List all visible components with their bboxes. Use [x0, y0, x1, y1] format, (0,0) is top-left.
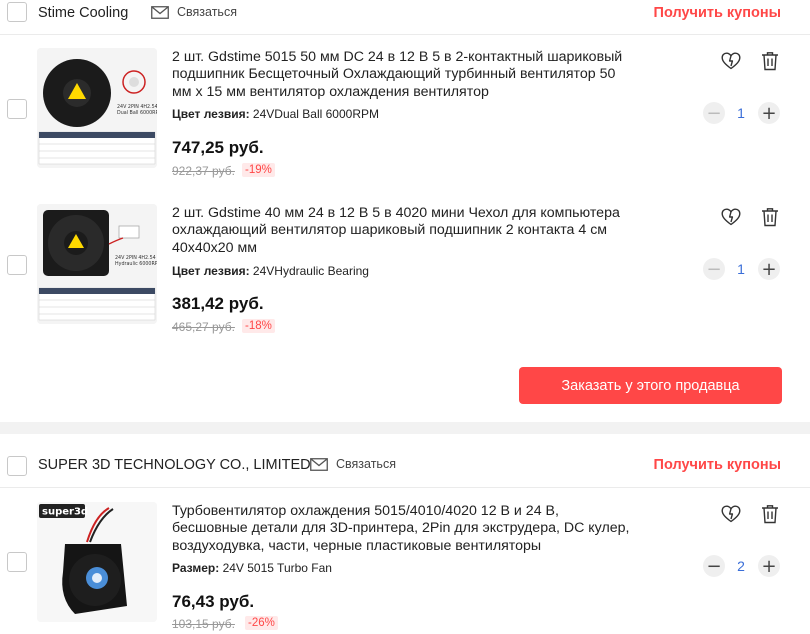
trash-icon — [762, 208, 778, 227]
contact-seller-button[interactable]: Связаться — [310, 457, 396, 471]
original-price: 465,27 руб. — [172, 320, 235, 334]
discount-badge: -26% — [245, 616, 278, 630]
svg-text:24V 2PIN 4H2.54: 24V 2PIN 4H2.54 — [115, 255, 156, 261]
delete-button[interactable] — [759, 50, 781, 72]
product-variant[interactable]: Цвет лезвия: 24VHydraulic Bearing — [172, 264, 369, 278]
seller-checkbox[interactable] — [7, 2, 27, 22]
wishlist-button[interactable] — [720, 50, 742, 72]
thumb-logo-text: super3d — [42, 507, 88, 518]
product-price: 381,42 руб. — [172, 294, 264, 313]
seller-name[interactable]: SUPER 3D TECHNOLOGY CO., LIMITED — [38, 457, 311, 473]
product-price: 76,43 руб. — [172, 592, 255, 611]
contact-label: Связаться — [336, 457, 396, 471]
seller-header: Stime Cooling Связаться Получить купоны — [0, 0, 810, 34]
delete-button[interactable] — [759, 503, 781, 525]
get-coupons-link[interactable]: Получить купоны — [654, 5, 781, 21]
minus-icon: − — [706, 258, 722, 280]
product-price: 747,25 руб. — [172, 138, 264, 157]
item-checkbox[interactable] — [7, 255, 27, 275]
item-checkbox[interactable] — [7, 99, 27, 119]
contact-seller-button[interactable]: Связаться — [151, 5, 237, 19]
svg-text:24V 2PIN 4H2.54: 24V 2PIN 4H2.54 — [117, 104, 157, 110]
heart-icon — [721, 52, 741, 70]
plus-icon: + — [761, 102, 777, 124]
decrease-quantity-button[interactable]: − — [703, 555, 725, 577]
variant-value: 24VDual Ball 6000RPM — [252, 107, 379, 121]
minus-icon: − — [706, 102, 722, 124]
divider — [0, 487, 810, 488]
wishlist-button[interactable] — [720, 503, 742, 525]
plus-icon: + — [761, 258, 777, 280]
discount-badge: -19% — [242, 163, 275, 177]
seller-checkbox[interactable] — [7, 456, 27, 476]
discount-badge: -18% — [242, 319, 275, 333]
heart-icon — [721, 505, 741, 523]
product-variant[interactable]: Размер: 24V 5015 Turbo Fan — [172, 561, 332, 575]
order-from-seller-button[interactable]: Заказать у этого продавца — [519, 367, 782, 404]
section-separator — [0, 422, 810, 434]
product-image[interactable]: 24V 2PIN 4H2.54 Dual Ball 6000RPM — [37, 48, 157, 168]
decrease-quantity-button[interactable]: − — [703, 258, 725, 280]
seller-header: SUPER 3D TECHNOLOGY CO., LIMITED Связать… — [0, 446, 810, 480]
heart-icon — [721, 208, 741, 226]
product-title[interactable]: 2 шт. Gdstime 5015 50 мм DC 24 в 12 В 5 … — [172, 49, 637, 101]
svg-text:Dual Ball 6000RPM: Dual Ball 6000RPM — [117, 110, 157, 116]
variant-value: 24VHydraulic Bearing — [252, 264, 369, 278]
variant-label: Цвет лезвия: — [172, 107, 250, 121]
seller-name[interactable]: Stime Cooling — [38, 5, 128, 21]
wishlist-button[interactable] — [720, 206, 742, 228]
divider — [0, 34, 810, 35]
product-image[interactable]: 24V 2PIN 4H2.54 Hydraulic 6000RPM — [37, 204, 157, 324]
contact-label: Связаться — [177, 5, 237, 19]
product-image[interactable]: super3d — [37, 502, 157, 622]
trash-icon — [762, 505, 778, 524]
quantity-value[interactable]: 1 — [731, 105, 751, 121]
delete-button[interactable] — [759, 206, 781, 228]
variant-label: Размер: — [172, 561, 220, 575]
quantity-value[interactable]: 2 — [731, 558, 751, 574]
mail-icon — [151, 5, 169, 19]
item-checkbox[interactable] — [7, 552, 27, 572]
variant-label: Цвет лезвия: — [172, 264, 250, 278]
quantity-value[interactable]: 1 — [731, 261, 751, 277]
product-title[interactable]: Турбовентилятор охлаждения 5015/4010/402… — [172, 503, 637, 555]
increase-quantity-button[interactable]: + — [758, 258, 780, 280]
increase-quantity-button[interactable]: + — [758, 555, 780, 577]
minus-icon: − — [706, 555, 722, 577]
plus-icon: + — [761, 555, 777, 577]
mail-icon — [310, 457, 328, 471]
decrease-quantity-button[interactable]: − — [703, 102, 725, 124]
increase-quantity-button[interactable]: + — [758, 102, 780, 124]
svg-text:Hydraulic 6000RPM: Hydraulic 6000RPM — [115, 261, 157, 267]
variant-value: 24V 5015 Turbo Fan — [222, 561, 332, 575]
product-title[interactable]: 2 шт. Gdstime 40 мм 24 в 12 В 5 в 4020 м… — [172, 205, 637, 257]
trash-icon — [762, 52, 778, 71]
get-coupons-link[interactable]: Получить купоны — [654, 457, 781, 473]
original-price: 103,15 руб. — [172, 617, 235, 631]
product-variant[interactable]: Цвет лезвия: 24VDual Ball 6000RPM — [172, 107, 379, 121]
original-price: 922,37 руб. — [172, 164, 235, 178]
